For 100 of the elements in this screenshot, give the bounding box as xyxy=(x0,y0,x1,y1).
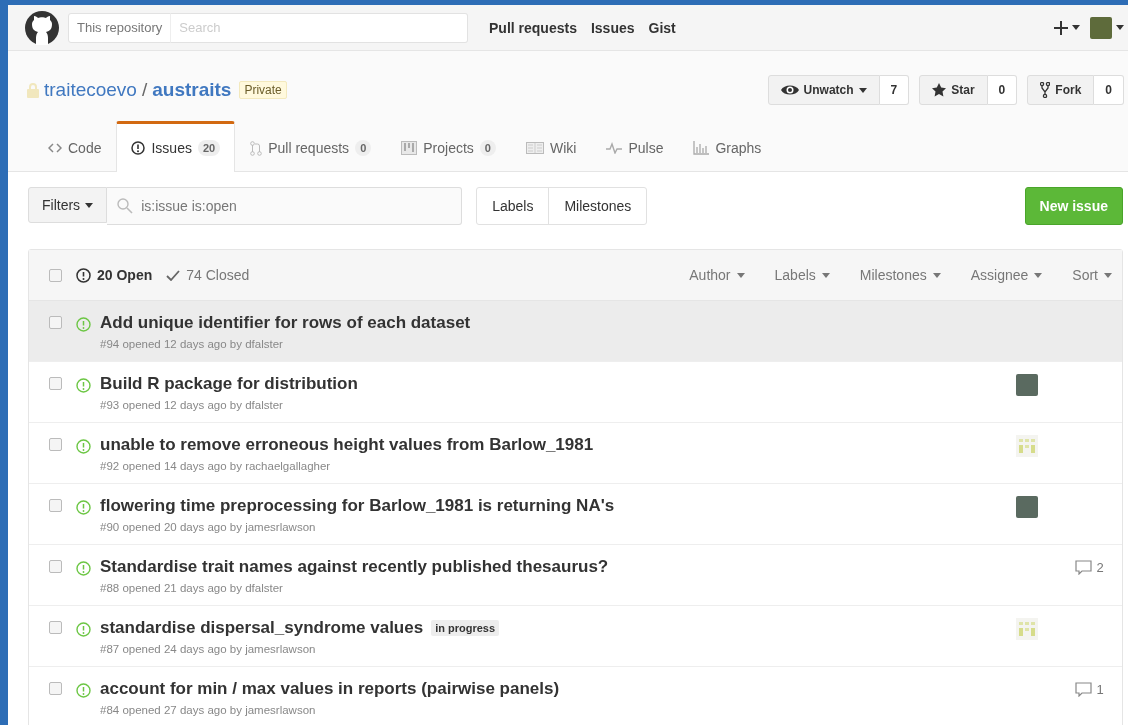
issue-icon xyxy=(76,267,91,283)
repo-tab[interactable]: Pull requests 0 xyxy=(235,121,387,172)
issue-title-link[interactable]: flowering time preprocessing for Barlow_1981 is returning NA's xyxy=(100,496,615,516)
speech-bubble-icon xyxy=(1075,682,1093,697)
issue-meta: #94 opened 12 days ago by dfalster xyxy=(100,338,284,350)
open-issue-icon xyxy=(76,683,91,698)
issue-checkbox[interactable] xyxy=(49,621,62,634)
issue-checkbox[interactable] xyxy=(49,438,62,451)
open-issue-icon xyxy=(76,317,91,332)
issue-meta: #93 opened 12 days ago by dfalster xyxy=(100,399,284,411)
nav-link[interactable]: Pull requests xyxy=(489,19,577,36)
social-count[interactable]: 0 xyxy=(1094,75,1124,105)
nav-tab-button[interactable]: Milestones xyxy=(548,188,647,224)
cat-logo-icon xyxy=(25,10,59,45)
repo-action-button[interactable]: Unwatch xyxy=(767,75,880,105)
book-icon xyxy=(525,142,544,154)
open-issue-icon xyxy=(76,622,91,637)
create-new-button[interactable] xyxy=(1054,20,1080,35)
tab-counter: 20 xyxy=(197,140,221,156)
issue-meta: #87 opened 24 days ago by jamesrlawson xyxy=(100,643,317,655)
issue-title-link[interactable]: Standardise trait names against recently published thesaurus? xyxy=(100,557,609,577)
user-avatar xyxy=(1090,16,1112,39)
eye-icon xyxy=(780,84,799,96)
filter-dropdown[interactable]: Author xyxy=(689,267,745,283)
identicon-avatar xyxy=(1016,435,1038,457)
issue-label[interactable]: in progress xyxy=(431,620,500,636)
lock-icon xyxy=(27,82,39,98)
fork-icon xyxy=(1040,82,1051,98)
speech-bubble-icon xyxy=(1075,560,1093,575)
comments-link[interactable]: 1 xyxy=(1075,682,1104,697)
filters-button[interactable]: Filters xyxy=(28,187,108,223)
repo-action-button[interactable]: Fork xyxy=(1027,75,1095,105)
repo-owner-link[interactable]: traitecoevo xyxy=(44,79,137,101)
filter-dropdown[interactable]: Milestones xyxy=(859,267,941,283)
issue-title-link[interactable]: Add unique identifier for rows of each dataset xyxy=(100,313,471,333)
issue-title-link[interactable]: account for min / max values in reports (pairwise panels) xyxy=(100,679,560,699)
repo-tab[interactable]: Issues 20 xyxy=(116,121,236,172)
social-count[interactable]: 7 xyxy=(879,75,910,105)
issue-meta: #84 opened 27 days ago by jamesrlawson xyxy=(100,704,317,716)
identicon-avatar xyxy=(1016,618,1038,640)
pull-request-icon xyxy=(250,140,263,156)
project-board-icon xyxy=(401,141,418,155)
caret-icon xyxy=(1104,272,1112,278)
open-issue-icon xyxy=(76,500,91,515)
caret-icon xyxy=(85,202,94,208)
caret-icon xyxy=(1116,25,1124,30)
repo-tab[interactable]: Code xyxy=(33,121,117,172)
tab-counter: 0 xyxy=(355,140,372,156)
issue-checkbox[interactable] xyxy=(49,377,62,390)
closed-issues-link[interactable]: 74 Closed xyxy=(166,267,250,283)
plus-icon xyxy=(1054,20,1068,35)
open-issue-icon xyxy=(76,439,91,454)
repo-tab[interactable]: Graphs xyxy=(678,121,777,172)
issue-meta: #90 opened 20 days ago by jamesrlawson xyxy=(100,521,317,533)
user-menu-button[interactable] xyxy=(1090,16,1124,39)
issue-icon xyxy=(131,141,146,155)
repo-tab[interactable]: Wiki xyxy=(510,121,592,172)
issue-checkbox[interactable] xyxy=(49,316,62,329)
issue-checkbox[interactable] xyxy=(49,499,62,512)
caret-icon xyxy=(821,272,830,278)
issue-checkbox[interactable] xyxy=(49,682,62,695)
caret-icon xyxy=(858,87,867,93)
comments-link[interactable]: 2 xyxy=(1075,560,1104,575)
check-icon xyxy=(166,269,181,281)
issue-row[interactable]: Add unique identifier for rows of each dataset #94 opened 12 days ago by dfalster xyxy=(29,301,1122,362)
nav-link[interactable]: Gist xyxy=(648,19,676,36)
repo-name-link[interactable]: austraits xyxy=(152,79,232,101)
star-icon xyxy=(932,83,947,97)
open-issues-link[interactable]: 20 Open xyxy=(76,267,153,283)
caret-icon xyxy=(736,272,745,278)
code-icon xyxy=(48,143,62,153)
repo-action-button[interactable]: Star xyxy=(919,75,988,105)
filter-dropdown[interactable]: Labels xyxy=(774,267,830,283)
filter-dropdown[interactable]: Assignee xyxy=(970,267,1043,283)
issue-checkbox[interactable] xyxy=(49,560,62,573)
issue-meta: #92 opened 14 days ago by rachaelgallagher xyxy=(100,460,332,472)
filter-search-field[interactable]: is:issue is:open xyxy=(107,187,463,225)
search-scope-label: This repository xyxy=(68,12,172,43)
nav-link[interactable]: Issues xyxy=(590,19,635,36)
assignee-avatar[interactable] xyxy=(1016,374,1038,396)
path-separator: / xyxy=(141,79,148,101)
assignee-avatar[interactable] xyxy=(1016,496,1038,518)
social-count[interactable]: 0 xyxy=(987,75,1018,105)
issue-title-link[interactable]: unable to remove erroneous height values from Barlow_1981 xyxy=(100,435,594,455)
repo-tab[interactable]: Pulse xyxy=(591,121,679,172)
select-all-checkbox[interactable] xyxy=(49,268,62,282)
issue-meta: #88 opened 21 days ago by dfalster xyxy=(100,582,284,594)
issue-title-link[interactable]: Build R package for distribution xyxy=(100,374,358,394)
caret-icon xyxy=(932,272,941,278)
pulse-icon xyxy=(606,142,623,154)
nav-tab-button[interactable]: Labels xyxy=(477,188,549,224)
open-issue-icon xyxy=(76,561,91,576)
tab-counter: 0 xyxy=(479,140,496,156)
issue-title-link[interactable]: standardise dispersal_syndrome values xyxy=(100,618,424,638)
caret-icon xyxy=(1072,25,1080,30)
repo-tab[interactable]: Projects 0 xyxy=(386,121,511,172)
private-badge: Private xyxy=(239,81,287,99)
filter-dropdown[interactable]: Sort xyxy=(1072,267,1112,283)
caret-icon xyxy=(1034,272,1043,278)
bar-graph-icon xyxy=(693,141,710,155)
